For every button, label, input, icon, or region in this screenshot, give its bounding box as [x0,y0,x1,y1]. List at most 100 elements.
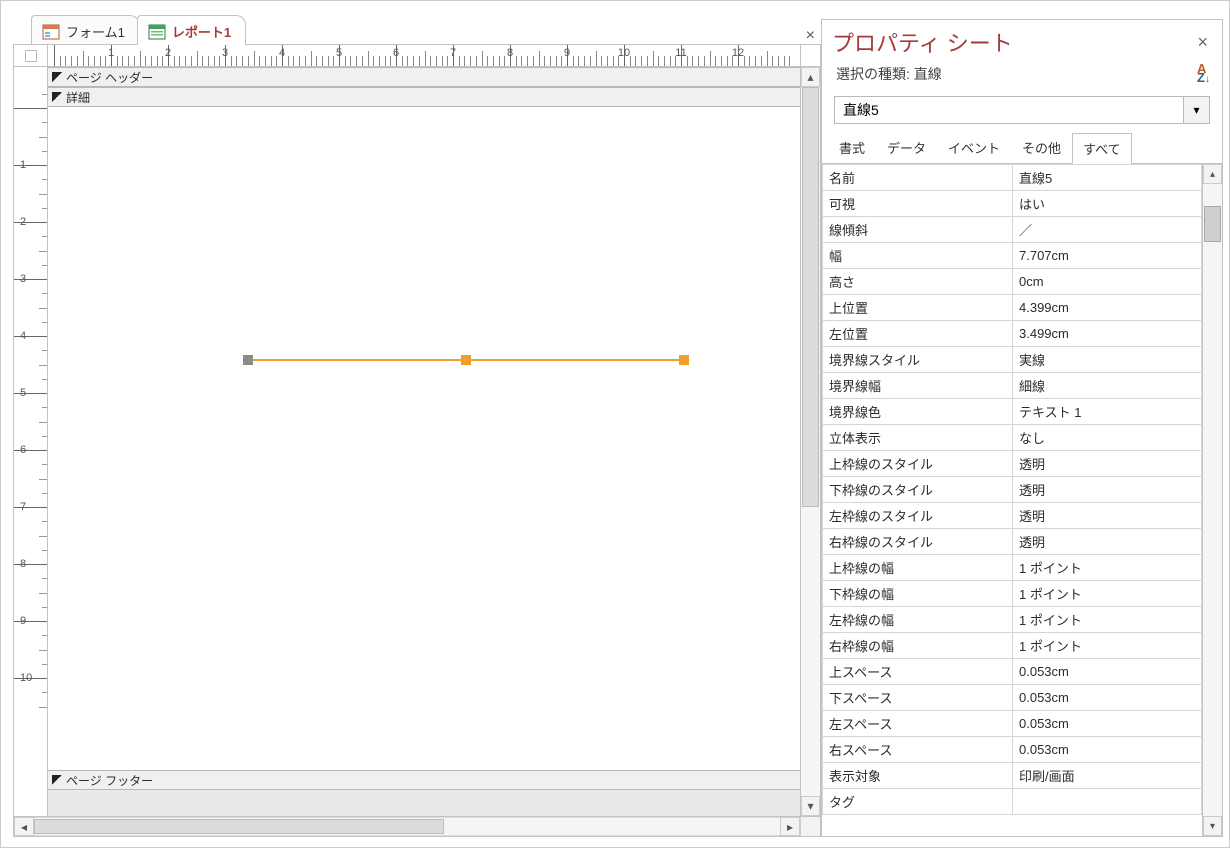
property-value[interactable]: 1 ポイント [1013,607,1202,633]
ptab-all[interactable]: すべて [1072,133,1132,164]
detail-canvas[interactable] [48,107,800,770]
selection-type-label: 選択の種類: 直線 [836,64,942,84]
ptab-format[interactable]: 書式 [828,132,876,163]
property-row[interactable]: 幅7.707cm [823,243,1202,269]
property-row[interactable]: タグ [823,789,1202,815]
select-all-corner[interactable] [14,45,48,66]
section-page-header-bar[interactable]: ページ ヘッダー [48,67,800,87]
scroll-down-button[interactable]: ▾ [801,796,820,816]
property-value[interactable]: 3.499cm [1013,321,1202,347]
property-name: 名前 [823,165,1013,191]
property-sheet: プロパティ シート × 選択の種類: 直線 A Z↓ ▾ 書式 データ イベント… [821,19,1223,837]
property-value[interactable]: 印刷/画面 [1013,763,1202,789]
property-value[interactable]: 1 ポイント [1013,633,1202,659]
property-value[interactable]: 1 ポイント [1013,555,1202,581]
property-row[interactable]: 高さ0cm [823,269,1202,295]
property-value[interactable]: 0.053cm [1013,737,1202,763]
property-name: 下枠線の幅 [823,581,1013,607]
object-selector-input[interactable] [835,97,1183,123]
property-row[interactable]: 境界線スタイル実線 [823,347,1202,373]
property-row[interactable]: 上位置4.399cm [823,295,1202,321]
property-row[interactable]: 左位置3.499cm [823,321,1202,347]
property-value[interactable]: 細線 [1013,373,1202,399]
property-value[interactable]: 4.399cm [1013,295,1202,321]
property-value[interactable]: はい [1013,191,1202,217]
property-value[interactable]: ／ [1013,217,1202,243]
property-row[interactable]: 下枠線のスタイル透明 [823,477,1202,503]
property-value[interactable]: 実線 [1013,347,1202,373]
property-row[interactable]: 右スペース0.053cm [823,737,1202,763]
property-value[interactable]: 0.053cm [1013,711,1202,737]
object-selector-combo[interactable]: ▾ [834,96,1210,124]
property-row[interactable]: 下スペース0.053cm [823,685,1202,711]
property-row[interactable]: 表示対象印刷/画面 [823,763,1202,789]
property-value[interactable]: 透明 [1013,503,1202,529]
scroll-thumb[interactable] [1204,206,1221,242]
property-row[interactable]: 右枠線の幅1 ポイント [823,633,1202,659]
property-row[interactable]: 右枠線のスタイル透明 [823,529,1202,555]
horizontal-scrollbar[interactable]: ◂ ▸ [14,816,820,836]
form-icon [42,24,60,40]
property-row[interactable]: 名前直線5 [823,165,1202,191]
property-value[interactable]: 7.707cm [1013,243,1202,269]
property-value[interactable]: 透明 [1013,529,1202,555]
scroll-down-button[interactable]: ▾ [1203,816,1222,836]
property-value[interactable]: 1 ポイント [1013,581,1202,607]
property-sheet-close-button[interactable]: × [1193,30,1212,55]
property-row[interactable]: 左スペース0.053cm [823,711,1202,737]
property-row[interactable]: 上枠線のスタイル透明 [823,451,1202,477]
property-row[interactable]: 立体表示なし [823,425,1202,451]
ptab-event[interactable]: イベント [937,132,1011,163]
property-row[interactable]: 上枠線の幅1 ポイント [823,555,1202,581]
property-row[interactable]: 線傾斜／ [823,217,1202,243]
property-row[interactable]: 上スペース0.053cm [823,659,1202,685]
scroll-right-button[interactable]: ▸ [780,817,800,836]
property-name: 左位置 [823,321,1013,347]
property-row[interactable]: 左枠線のスタイル透明 [823,503,1202,529]
property-name: 境界線色 [823,399,1013,425]
resize-handle-end[interactable] [679,355,689,365]
horizontal-ruler[interactable]: 123456789101112 [48,45,800,66]
sort-az-button[interactable]: A Z↓ [1197,64,1210,84]
property-value[interactable]: 透明 [1013,451,1202,477]
resize-handle-start[interactable] [243,355,253,365]
tab-form1[interactable]: フォーム1 [31,15,140,45]
scroll-track[interactable] [1203,184,1222,816]
section-label: ページ フッター [66,772,153,789]
ptab-data[interactable]: データ [876,132,937,163]
property-row[interactable]: 境界線色テキスト 1 [823,399,1202,425]
property-value[interactable]: なし [1013,425,1202,451]
property-row[interactable]: 可視はい [823,191,1202,217]
ptab-other[interactable]: その他 [1011,132,1072,163]
property-name: 下枠線のスタイル [823,477,1013,503]
footer-canvas[interactable] [48,790,800,816]
scroll-thumb[interactable] [802,87,819,507]
property-value[interactable]: テキスト 1 [1013,399,1202,425]
ruler-right-stub [800,45,820,66]
property-vertical-scrollbar[interactable]: ▴ ▾ [1202,164,1222,836]
tab-report1[interactable]: レポート1 [137,15,246,45]
property-value[interactable]: 透明 [1013,477,1202,503]
vertical-ruler[interactable]: 12345678910 [14,67,48,816]
property-row[interactable]: 左枠線の幅1 ポイント [823,607,1202,633]
resize-handle-middle[interactable] [461,355,471,365]
property-row[interactable]: 境界線幅細線 [823,373,1202,399]
scroll-track[interactable] [801,87,820,796]
dropdown-button[interactable]: ▾ [1183,97,1209,123]
scroll-thumb[interactable] [34,819,444,834]
property-value[interactable]: 0.053cm [1013,685,1202,711]
property-value[interactable] [1013,789,1202,815]
property-row[interactable]: 下枠線の幅1 ポイント [823,581,1202,607]
scroll-track[interactable] [34,817,780,836]
property-value[interactable]: 0cm [1013,269,1202,295]
scroll-up-button[interactable]: ▴ [1203,164,1222,184]
vertical-scrollbar[interactable]: ▴ ▾ [800,67,820,816]
section-page-footer-bar[interactable]: ページ フッター [48,770,800,790]
scroll-up-button[interactable]: ▴ [801,67,820,87]
scroll-left-button[interactable]: ◂ [14,817,34,836]
tab-label: フォーム1 [66,22,125,41]
close-tab-button[interactable]: × [800,27,821,45]
property-value[interactable]: 0.053cm [1013,659,1202,685]
section-detail-bar[interactable]: 詳細 [48,87,800,107]
property-value[interactable]: 直線5 [1013,165,1202,191]
